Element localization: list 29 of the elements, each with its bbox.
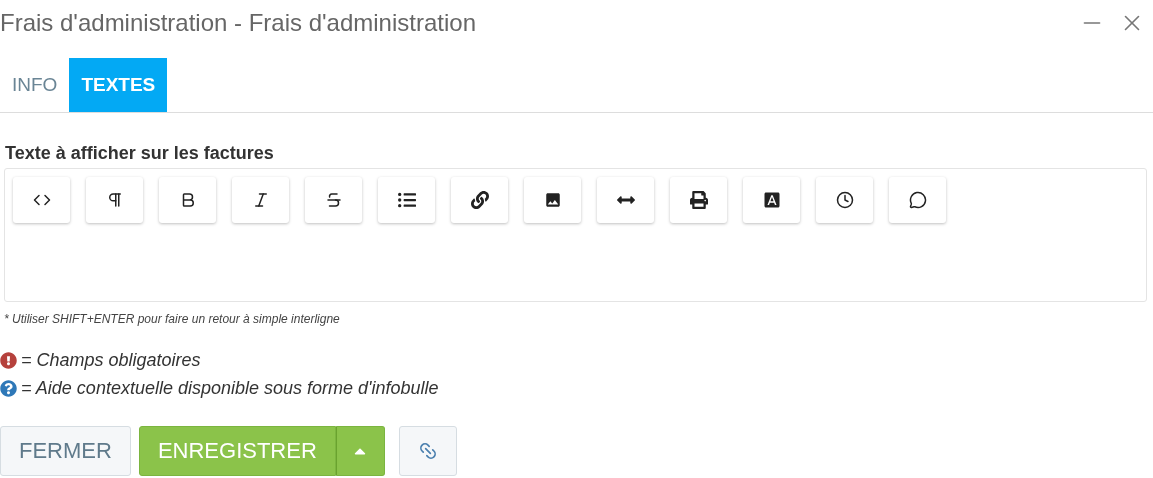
toolbar-button[interactable] [159, 177, 216, 223]
window-title: Frais d'administration - Frais d'administration [0, 9, 476, 37]
font-icon [762, 191, 781, 209]
clock-icon [835, 191, 854, 209]
save-button[interactable]: ENREGISTRER [138, 426, 336, 476]
tab[interactable]: INFO [0, 58, 70, 112]
question-icon [0, 379, 17, 397]
image-icon [543, 191, 562, 209]
link-icon [470, 191, 489, 209]
field-label: Texte à afficher sur les factures [5, 143, 275, 164]
toolbar-button[interactable] [305, 177, 362, 223]
toolbar-button[interactable] [524, 177, 581, 223]
toolbar-button[interactable] [670, 177, 727, 223]
printer-icon [689, 191, 708, 209]
speech-bubble-icon [908, 191, 927, 209]
exclamation-icon [0, 351, 17, 369]
legend-text: = Champs obligatoires [21, 349, 201, 371]
legend-text: = Aide contextuelle disponible sous forme d'infobulle [21, 377, 439, 399]
hint-text: * Utiliser SHIFT+ENTER pour faire un retour à simple interligne [4, 312, 341, 326]
toolbar-button[interactable] [889, 177, 946, 223]
toolbar-button[interactable] [451, 177, 508, 223]
toolbar-button[interactable] [743, 177, 800, 223]
close-button[interactable]: FERMER [0, 426, 131, 476]
tab[interactable]: TEXTES [69, 58, 168, 112]
list-icon [397, 191, 416, 209]
toolbar-button[interactable] [597, 177, 654, 223]
toolbar-button[interactable] [816, 177, 873, 223]
toolbar-button[interactable] [378, 177, 435, 223]
strikethrough-icon [324, 191, 343, 209]
